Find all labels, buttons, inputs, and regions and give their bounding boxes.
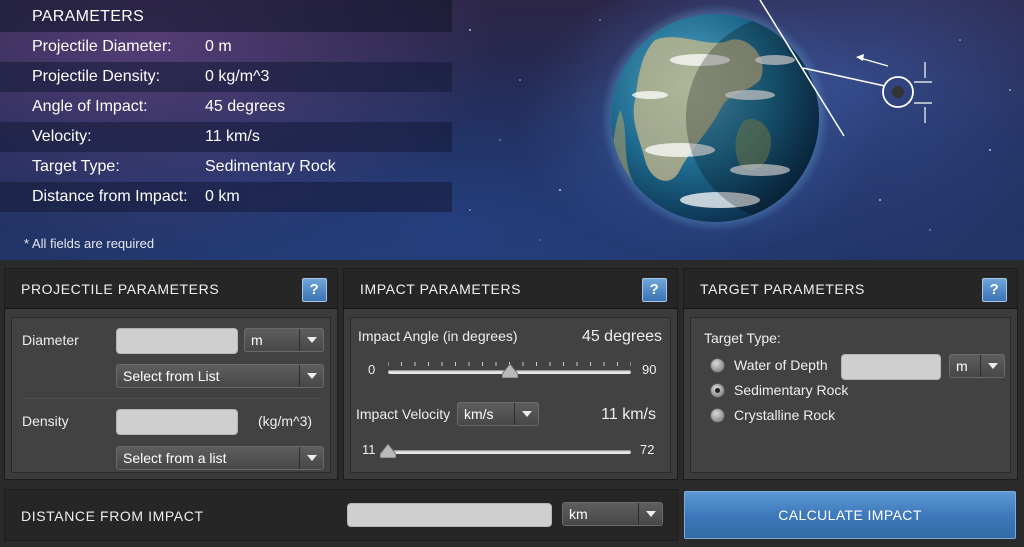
radio-label: Sedimentary Rock [734, 382, 849, 398]
velocity-unit-value: km/s [464, 406, 494, 422]
summary-row: Projectile Diameter: 0 m [0, 32, 452, 62]
diameter-list-value: Select from List [123, 368, 220, 384]
distance-label: DISTANCE FROM IMPACT [21, 508, 204, 524]
summary-row: Distance from Impact: 0 km [0, 182, 452, 212]
angle-slider-thumb[interactable] [501, 364, 518, 378]
velocity-slider-thumb[interactable] [380, 444, 396, 458]
impact-illustration [560, 0, 1024, 260]
distance-unit-select[interactable]: km [562, 502, 663, 526]
chevron-down-icon [299, 329, 323, 351]
projectile-panel: PROJECTILE PARAMETERS ? Diameter m Selec… [4, 268, 338, 480]
summary-row: Angle of Impact: 45 degrees [0, 92, 452, 122]
radio-water-of-depth[interactable] [710, 358, 725, 373]
summary-row: Target Type: Sedimentary Rock [0, 152, 452, 182]
projectile-panel-title: PROJECTILE PARAMETERS [21, 280, 220, 297]
target-panel-title: TARGET PARAMETERS [700, 280, 865, 297]
impact-panel: IMPACT PARAMETERS ? Impact Angle (in deg… [343, 268, 678, 480]
calculate-impact-button[interactable]: CALCULATE IMPACT [684, 491, 1016, 539]
angle-value: 45 degrees [581, 328, 662, 345]
summary-label: Target Type: [32, 158, 120, 175]
density-unit-label: (kg/m^3) [258, 413, 313, 429]
summary-row: Projectile Density: 0 kg/m^3 [0, 62, 452, 92]
hero-banner: PARAMETERS Projectile Diameter: 0 m Proj… [0, 0, 1024, 260]
velocity-min-label: 11 [362, 442, 376, 457]
summary-value: 0 m [205, 38, 232, 55]
depth-unit-select[interactable]: m [949, 354, 1005, 378]
velocity-max-label: 72 [640, 442, 655, 457]
velocity-label: Impact Velocity [356, 406, 451, 422]
chevron-down-icon [299, 447, 323, 469]
density-list-select[interactable]: Select from a list [116, 446, 324, 470]
impact-panel-header: IMPACT PARAMETERS ? [344, 269, 677, 309]
summary-value: 45 degrees [205, 98, 286, 115]
diameter-input[interactable] [116, 328, 238, 354]
impact-panel-title: IMPACT PARAMETERS [360, 280, 522, 297]
projectile-panel-body: Diameter m Select from List Density (kg/… [11, 317, 331, 473]
summary-value: 0 kg/m^3 [205, 68, 270, 85]
density-label: Density [22, 413, 69, 429]
target-panel-header: TARGET PARAMETERS ? [684, 269, 1017, 309]
diameter-list-select[interactable]: Select from List [116, 364, 324, 388]
projectile-panel-header: PROJECTILE PARAMETERS ? [5, 269, 337, 309]
divider [22, 398, 320, 399]
chevron-down-icon [638, 503, 662, 525]
radio-sedimentary-rock[interactable] [710, 383, 725, 398]
radio-label: Water of Depth [734, 357, 828, 373]
projectile-help-button[interactable]: ? [302, 278, 327, 302]
summary-value: 11 km/s [205, 128, 260, 145]
parameters-summary: PARAMETERS Projectile Diameter: 0 m Proj… [0, 0, 452, 212]
diameter-unit-select[interactable]: m [244, 328, 324, 352]
density-input[interactable] [116, 409, 238, 435]
summary-title: PARAMETERS [0, 0, 452, 32]
chevron-down-icon [514, 403, 538, 425]
summary-label: Projectile Diameter: [32, 38, 172, 55]
depth-unit-value: m [956, 358, 968, 374]
angle-label: Impact Angle (in degrees) [358, 328, 518, 344]
angle-min-label: 0 [368, 362, 376, 377]
summary-label: Projectile Density: [32, 68, 161, 85]
required-note: * All fields are required [24, 236, 155, 251]
summary-row: Velocity: 11 km/s [0, 122, 452, 152]
density-list-value: Select from a list [123, 450, 227, 466]
distance-panel: DISTANCE FROM IMPACT km [4, 489, 678, 541]
target-help-button[interactable]: ? [982, 278, 1007, 302]
summary-label: Velocity: [32, 128, 92, 145]
impact-help-button[interactable]: ? [642, 278, 667, 302]
target-panel-body: Target Type: Water of Depth m Sedimentar… [690, 317, 1011, 473]
velocity-slider-track[interactable] [388, 450, 631, 454]
summary-value: Sedimentary Rock [205, 158, 336, 175]
distance-unit-value: km [569, 506, 588, 522]
impact-panel-body: Impact Angle (in degrees) 45 degrees 0 9… [350, 317, 671, 473]
summary-value: 0 km [205, 188, 240, 205]
radio-label: Crystalline Rock [734, 407, 836, 423]
summary-label: Angle of Impact: [32, 98, 148, 115]
velocity-unit-select[interactable]: km/s [457, 402, 539, 426]
summary-label: Distance from Impact: [32, 188, 188, 205]
chevron-down-icon [299, 365, 323, 387]
diameter-label: Diameter [22, 332, 79, 348]
target-panel: TARGET PARAMETERS ? Target Type: Water o… [683, 268, 1018, 480]
radio-crystalline-rock[interactable] [710, 408, 725, 423]
distance-input[interactable] [347, 503, 552, 527]
water-depth-input[interactable] [841, 354, 941, 380]
chevron-down-icon [980, 355, 1004, 377]
velocity-value: 11 km/s [601, 406, 656, 423]
angle-max-label: 90 [642, 362, 657, 377]
diameter-unit-value: m [251, 332, 263, 348]
target-type-label: Target Type: [704, 330, 781, 346]
